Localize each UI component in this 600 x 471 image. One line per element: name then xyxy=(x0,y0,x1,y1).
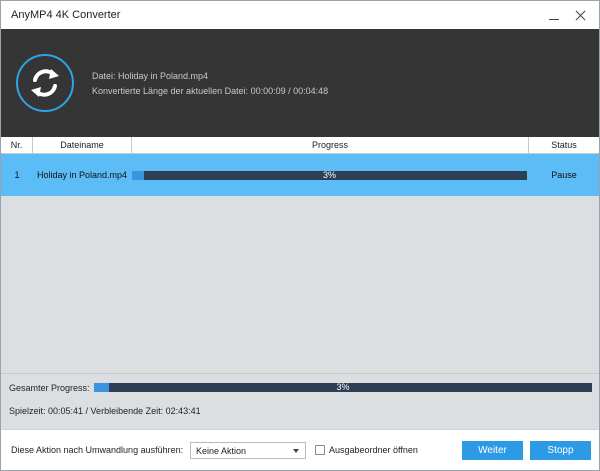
convert-refresh-icon xyxy=(16,54,74,112)
post-action-value: Keine Aktion xyxy=(196,446,247,456)
window-title: AnyMP4 4K Converter xyxy=(11,9,121,21)
current-file-label: Datei: Holiday in Poland.mp4 xyxy=(92,71,209,81)
total-progress-bar: 3% xyxy=(94,383,592,392)
footer-bar: Diese Aktion nach Umwandlung ausführen: … xyxy=(1,429,599,470)
conversion-table: Nr. Dateiname Progress Status 1 Holiday … xyxy=(1,137,599,373)
total-progress-section: Gesamter Progress: 3% Spielzeit: 00:05:4… xyxy=(1,373,599,429)
table-header: Nr. Dateiname Progress Status xyxy=(1,137,599,154)
row-progress-label: 3% xyxy=(322,170,336,180)
row-progress-bar: 3% xyxy=(132,171,527,180)
table-row[interactable]: 1 Holiday in Poland.mp4 3% Pause xyxy=(1,154,599,196)
post-action-select[interactable]: Keine Aktion xyxy=(190,442,306,459)
chevron-down-icon xyxy=(293,449,299,453)
total-progress-label: Gesamter Progress: xyxy=(9,383,90,393)
title-bar: AnyMP4 4K Converter xyxy=(1,1,599,29)
column-header-progress[interactable]: Progress xyxy=(132,137,529,154)
column-header-status[interactable]: Status xyxy=(529,137,599,154)
time-info: Spielzeit: 00:05:41 / Verbleibende Zeit:… xyxy=(9,406,201,416)
converted-length-label: Konvertierte Länge der aktuellen Datei: … xyxy=(92,86,329,96)
column-header-filename[interactable]: Dateiname xyxy=(33,137,132,154)
row-number: 1 xyxy=(14,170,20,180)
row-filename: Holiday in Poland.mp4 xyxy=(37,170,128,180)
minimize-icon[interactable] xyxy=(547,9,561,23)
stopp-button[interactable]: Stopp xyxy=(530,441,591,460)
column-header-nr[interactable]: Nr. xyxy=(1,137,33,154)
weiter-button[interactable]: Weiter xyxy=(462,441,523,460)
row-status: Pause xyxy=(551,170,577,180)
total-progress-percent: 3% xyxy=(336,382,350,392)
converter-window: AnyMP4 4K Converter Datei: Holiday in Po… xyxy=(0,0,600,471)
conversion-header: Datei: Holiday in Poland.mp4 Konvertiert… xyxy=(1,29,599,137)
open-output-folder-checkbox[interactable] xyxy=(315,445,325,455)
open-output-folder-label[interactable]: Ausgabeordner öffnen xyxy=(329,445,418,455)
post-action-label: Diese Aktion nach Umwandlung ausführen: xyxy=(11,445,184,455)
close-icon[interactable] xyxy=(573,9,587,23)
